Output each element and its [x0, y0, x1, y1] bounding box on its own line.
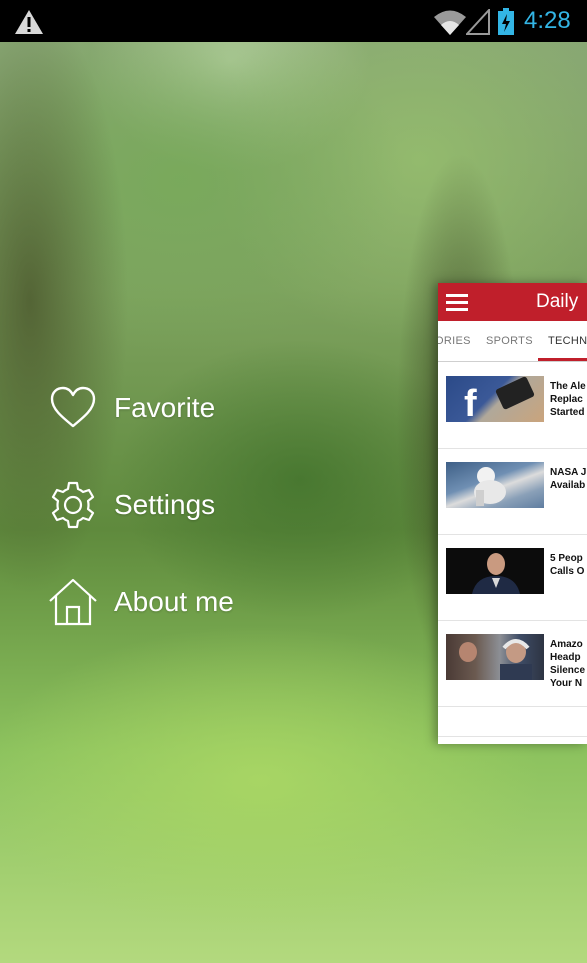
menu-item-label: About me	[114, 586, 234, 617]
category-tabs: ORIES SPORTS TECHN	[438, 321, 587, 362]
status-bar: 4:28	[0, 0, 587, 42]
article-thumbnail	[446, 548, 544, 594]
headphones-image	[459, 639, 532, 680]
signal-icon	[466, 9, 490, 35]
menu-item-settings[interactable]: Settings	[48, 477, 308, 533]
astronaut-image	[474, 467, 506, 506]
menu-item-label: Settings	[114, 489, 216, 520]
warning-icon	[15, 10, 43, 34]
hamburger-icon[interactable]	[446, 291, 468, 313]
gear-icon	[51, 481, 95, 529]
app-title: Daily	[536, 291, 579, 312]
menu-item-about-me[interactable]: About me	[48, 574, 308, 630]
article-headline: 5 Peop Calls O	[550, 553, 585, 577]
app-toolbar: Daily	[438, 283, 587, 321]
battery-charging-icon	[498, 8, 514, 35]
home-icon	[49, 578, 97, 626]
tab-sports[interactable]: SPORTS	[486, 335, 533, 347]
article-thumbnail: f	[446, 376, 544, 422]
menu-item-favorite[interactable]: Favorite	[48, 380, 308, 436]
menu-item-label: Favorite	[114, 392, 216, 423]
app-preview-card[interactable]: Daily ORIES SPORTS TECHN f The Ale Repla…	[438, 283, 587, 744]
portrait-image	[472, 553, 520, 594]
article-thumbnail	[446, 634, 544, 680]
article-headline: The Ale Replac Started	[550, 381, 586, 418]
tab-stories[interactable]: ORIES	[438, 335, 471, 347]
list-item[interactable]: f The Ale Replac Started	[438, 362, 587, 449]
heart-icon	[50, 386, 96, 428]
list-item[interactable]	[438, 706, 587, 737]
status-time: 4:28	[524, 7, 571, 34]
article-headline: NASA J Availab	[550, 467, 587, 491]
active-tab-indicator	[538, 358, 587, 361]
list-item[interactable]: 5 Peop Calls O	[438, 534, 587, 621]
article-headline: Amazo Headp Silence Your N	[550, 639, 586, 689]
wifi-icon	[434, 10, 466, 35]
facebook-logo-image: f	[464, 376, 535, 422]
tab-technology[interactable]: TECHN	[548, 335, 587, 347]
svg-text:f: f	[464, 383, 477, 422]
list-item[interactable]: NASA J Availab	[438, 448, 587, 535]
list-item[interactable]: Amazo Headp Silence Your N	[438, 620, 587, 707]
article-thumbnail	[446, 462, 544, 508]
